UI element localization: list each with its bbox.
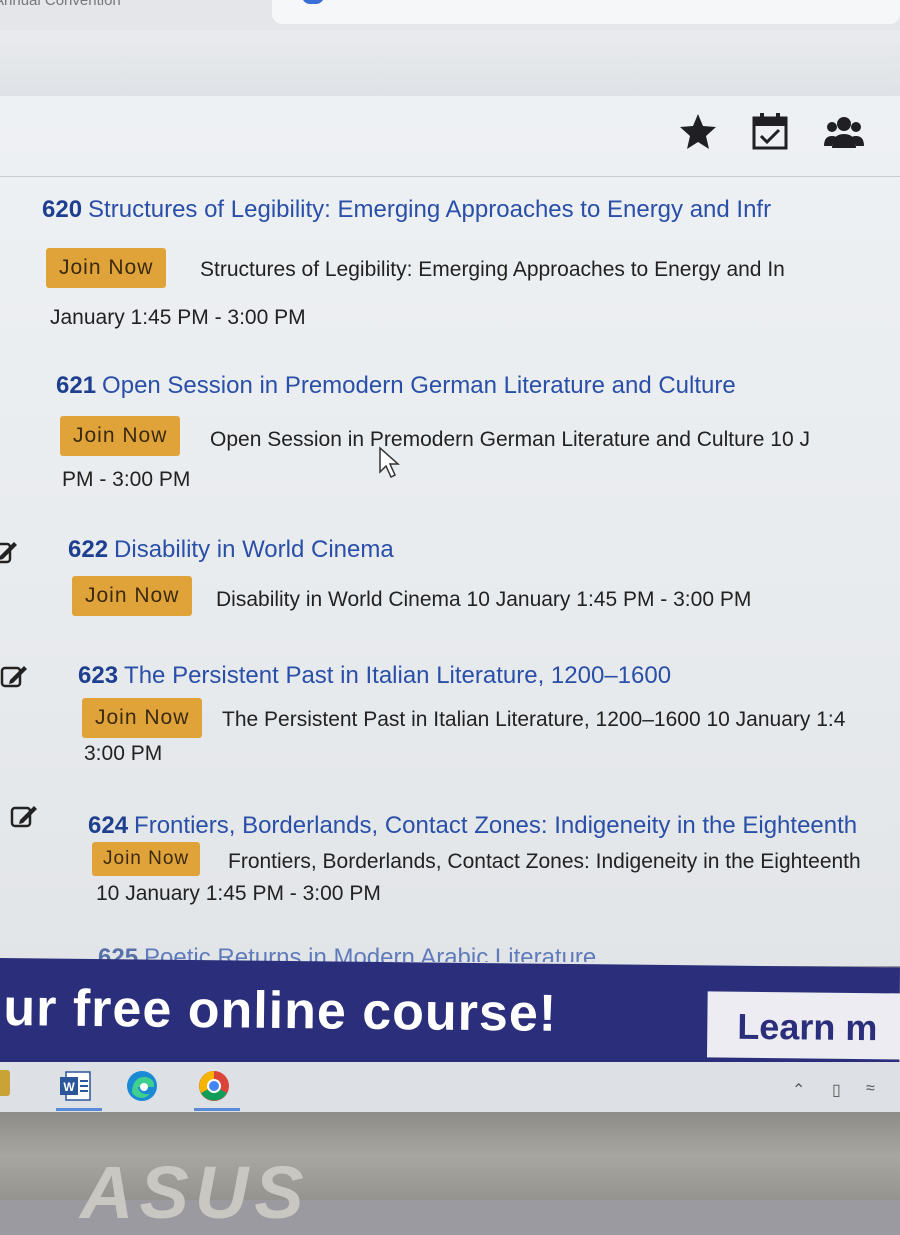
session-description: Disability in World Cinema 10 January 1:… (216, 588, 752, 611)
ad-banner-text: ur free online course! (3, 979, 558, 1043)
session-title-link[interactable]: 622 Disability in World Cinema (68, 536, 394, 564)
join-now-button[interactable]: Join Now (72, 576, 193, 616)
session-description: Open Session in Premodern German Literat… (210, 428, 810, 451)
learn-more-button[interactable]: Learn m (706, 991, 900, 1060)
svg-text:W: W (63, 1080, 75, 1094)
edit-icon[interactable] (10, 802, 38, 830)
session-title: Frontiers, Borderlands, Contact Zones: I… (134, 812, 858, 839)
session-time: January 1:45 PM - 3:00 PM (50, 306, 306, 329)
session-title-link[interactable]: 624 Frontiers, Borderlands, Contact Zones… (88, 812, 857, 840)
taskbar-active-indicator (194, 1108, 240, 1111)
file-explorer-icon[interactable] (0, 1070, 10, 1096)
edit-icon[interactable] (0, 662, 28, 690)
word-icon[interactable]: W (58, 1068, 94, 1104)
edit-icon[interactable] (0, 538, 18, 566)
session-description: The Persistent Past in Italian Literatur… (222, 708, 846, 731)
address-bar[interactable] (272, 0, 900, 24)
taskbar: W ⌃ ▯ ≈ (0, 1062, 900, 1114)
session-title-link[interactable]: 620 Structures of Legibility: Emerging Ap… (42, 196, 771, 224)
battery-icon[interactable]: ▯ (832, 1080, 841, 1100)
star-icon[interactable] (676, 110, 720, 154)
session-title: Disability in World Cinema (114, 536, 394, 563)
laptop-bezel: ASUS (0, 1112, 900, 1234)
session-time: PM - 3:00 PM (62, 468, 191, 491)
mouse-cursor-icon (379, 446, 400, 479)
join-now-button[interactable]: Join Now (92, 842, 201, 876)
join-now-button[interactable]: Join Now (46, 248, 167, 288)
page-icon-bar (0, 96, 900, 177)
join-now-button[interactable]: Join Now (60, 416, 181, 456)
people-icon[interactable] (822, 110, 866, 154)
session-title: Structures of Legibility: Emerging Appro… (88, 196, 772, 223)
edge-icon[interactable] (124, 1068, 160, 1104)
session-time: 10 January 1:45 PM - 3:00 PM (96, 882, 381, 905)
chevron-up-icon[interactable]: ⌃ (792, 1080, 805, 1100)
taskbar-active-indicator (56, 1108, 102, 1111)
session-title: The Persistent Past in Italian Literatur… (124, 662, 672, 689)
session-description: Frontiers, Borderlands, Contact Zones: I… (228, 850, 861, 873)
join-now-button[interactable]: Join Now (82, 698, 203, 738)
session-number: 621 (56, 372, 97, 399)
browser-toolbar (0, 30, 900, 96)
browser-tab-strip: Annual Convention (0, 0, 900, 30)
session-title-link[interactable]: 623 The Persistent Past in Italian Litera… (78, 662, 671, 690)
session-number: 623 (78, 662, 119, 689)
session-title-link[interactable]: 621 Open Session in Premodern German Lite… (56, 372, 736, 400)
profile-icon[interactable] (302, 0, 324, 4)
session-number: 622 (68, 536, 109, 563)
laptop-logo: ASUS (80, 1151, 310, 1234)
session-number: 624 (88, 812, 129, 839)
session-time: 3:00 PM (84, 742, 163, 765)
chrome-icon[interactable] (196, 1068, 232, 1104)
page-content: 620 Structures of Legibility: Emerging Ap… (0, 96, 900, 966)
calendar-check-icon[interactable] (748, 110, 792, 154)
session-number: 620 (42, 196, 83, 223)
browser-tab-title[interactable]: Annual Convention (0, 0, 121, 9)
session-description: Structures of Legibility: Emerging Appro… (200, 258, 785, 281)
session-title: Open Session in Premodern German Literat… (102, 372, 736, 399)
wifi-icon[interactable]: ≈ (866, 1080, 875, 1098)
session-item: 625 Poetic Returns in Modern Arabic Liter… (0, 936, 900, 962)
